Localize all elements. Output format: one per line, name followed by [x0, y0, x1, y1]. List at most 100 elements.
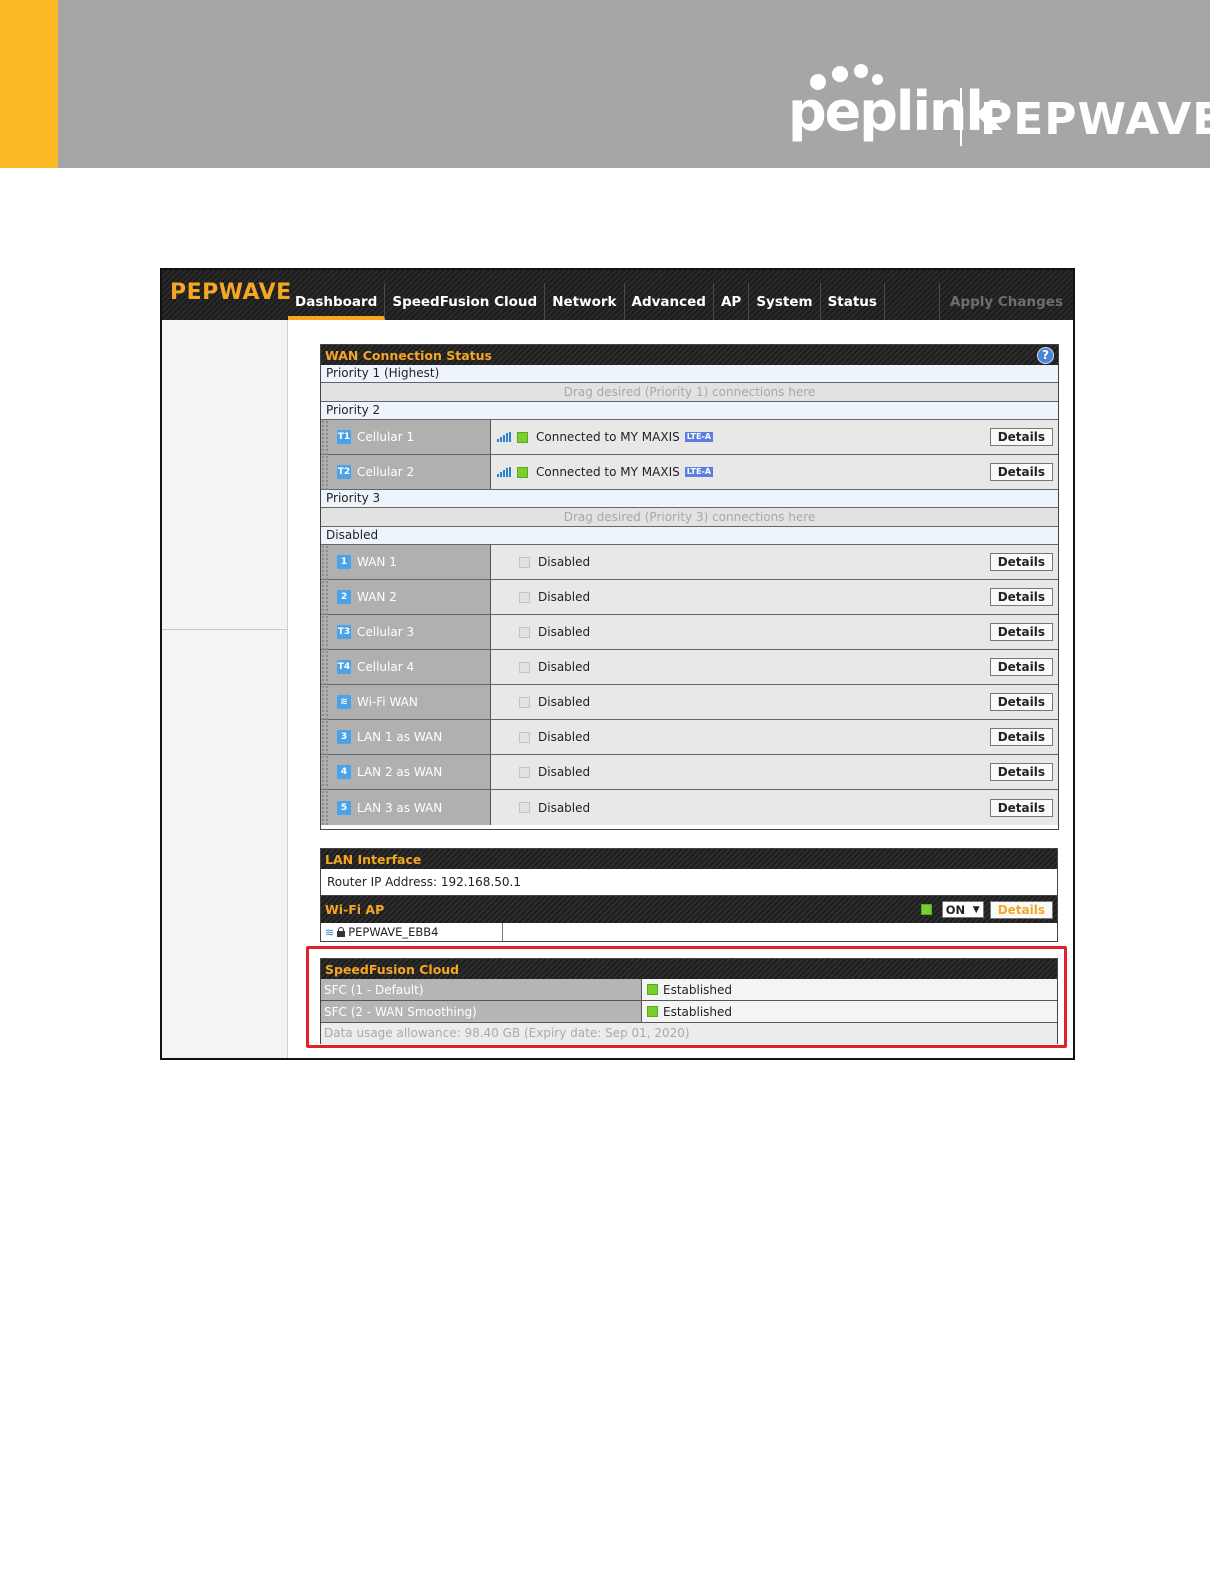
details-button[interactable]: Details: [989, 728, 1053, 746]
wifi-ap-details-button[interactable]: Details: [989, 900, 1053, 919]
ssid-name: PEPWAVE_EBB4: [348, 925, 439, 939]
wan-status-panel: WAN Connection Status ? Priority 1 (High…: [320, 344, 1059, 830]
sidebar: [162, 320, 288, 1058]
wan-panel-header: WAN Connection Status ?: [321, 345, 1058, 365]
wan-row-cellular-4[interactable]: T4 Cellular 4 Disabled Details: [321, 649, 1058, 685]
tab-status[interactable]: Status: [821, 283, 885, 320]
priority-1-drop-zone[interactable]: Drag desired (Priority 1) connections he…: [321, 383, 1058, 402]
wan-name: WAN 1: [357, 555, 397, 569]
main-nav: Dashboard SpeedFusion Cloud Network Adva…: [288, 283, 885, 320]
tab-ap[interactable]: AP: [714, 283, 750, 320]
wan-name: Cellular 4: [357, 660, 415, 674]
wan-row-lan-1-as-wan[interactable]: 3 LAN 1 as WAN Disabled Details: [321, 719, 1058, 755]
wan-status-text: Disabled: [538, 660, 591, 674]
drag-handle-icon[interactable]: [321, 454, 329, 490]
wan-status-text: Disabled: [538, 730, 591, 744]
wifi-ap-ssid-row: ≋ PEPWAVE_EBB4: [321, 923, 1057, 941]
priority-2-label: Priority 2: [321, 402, 1058, 420]
tab-system[interactable]: System: [749, 283, 821, 320]
wan-name: Cellular 3: [357, 625, 415, 639]
drag-handle-icon[interactable]: [321, 790, 329, 825]
peplink-logo-text: peplink: [788, 80, 1001, 143]
wan-status-text: Connected to MY MAXIS: [536, 430, 680, 444]
details-button[interactable]: Details: [989, 553, 1053, 571]
tab-advanced[interactable]: Advanced: [625, 283, 714, 320]
lte-a-badge: LTE-A: [684, 467, 713, 477]
lan-3-icon: 5: [337, 800, 351, 815]
status-led-green: [920, 904, 932, 915]
status-led-green: [517, 431, 528, 443]
details-button[interactable]: Details: [989, 658, 1053, 676]
details-button[interactable]: Details: [989, 428, 1053, 446]
status-led-grey: [519, 802, 530, 813]
status-led-grey: [519, 766, 530, 778]
lock-icon: [337, 926, 346, 937]
wan-1-icon: 1: [337, 555, 351, 569]
wan-row-cellular-1[interactable]: T1 Cellular 1 Connected to MY MAXIS LTE-A…: [321, 419, 1058, 455]
wan-name: Cellular 2: [357, 465, 415, 479]
details-button[interactable]: Details: [989, 798, 1053, 817]
wifi-ap-toggle-select[interactable]: ON ▼: [941, 901, 984, 918]
drag-handle-icon[interactable]: [321, 754, 329, 790]
drag-handle-icon[interactable]: [321, 719, 329, 755]
wifi-icon: ≋: [337, 695, 351, 709]
router-web-ui: PEPWAVE Dashboard SpeedFusion Cloud Netw…: [160, 268, 1075, 1060]
highlight-box: [306, 946, 1067, 1048]
drag-handle-icon[interactable]: [321, 649, 329, 685]
wan-name: Cellular 1: [357, 430, 415, 444]
sidebar-divider: [162, 629, 287, 630]
brand-logo: PEPWAVE: [170, 280, 292, 305]
wan-row-cellular-2[interactable]: T2 Cellular 2 Connected to MY MAXIS LTE-A…: [321, 454, 1058, 490]
status-led-grey: [519, 591, 530, 603]
disabled-wan-list: 1 WAN 1 Disabled Details 2 WAN 2 Disabled De…: [321, 544, 1058, 825]
lte-a-badge: LTE-A: [684, 432, 713, 442]
details-button[interactable]: Details: [989, 623, 1053, 641]
wan-name: LAN 2 as WAN: [357, 765, 443, 779]
status-led-grey: [519, 731, 530, 743]
signal-strength-icon: [497, 467, 511, 477]
details-button[interactable]: Details: [989, 693, 1053, 711]
disabled-label: Disabled: [321, 527, 1058, 545]
details-button[interactable]: Details: [989, 463, 1053, 481]
header-accent-bar: [0, 0, 58, 168]
priority-1-label: Priority 1 (Highest): [321, 365, 1058, 383]
wan-name: Wi-Fi WAN: [357, 695, 418, 709]
drag-handle-icon[interactable]: [321, 419, 329, 455]
tab-network[interactable]: Network: [545, 283, 625, 320]
cellular-2-icon: T2: [337, 465, 351, 479]
priority-3-label: Priority 3: [321, 490, 1058, 508]
details-button[interactable]: Details: [989, 588, 1053, 606]
wan-row-cellular-3[interactable]: T3 Cellular 3 Disabled Details: [321, 614, 1058, 650]
drag-handle-icon[interactable]: [321, 684, 329, 720]
drag-handle-icon[interactable]: [321, 544, 329, 580]
tab-dashboard[interactable]: Dashboard: [288, 283, 386, 320]
wifi-ap-title: Wi-Fi AP: [325, 902, 385, 917]
top-nav-bar: PEPWAVE Dashboard SpeedFusion Cloud Netw…: [162, 270, 1073, 320]
router-ip-address: Router IP Address: 192.168.50.1: [321, 869, 1057, 896]
tab-speedfusion-cloud[interactable]: SpeedFusion Cloud: [385, 283, 546, 320]
drag-handle-icon[interactable]: [321, 614, 329, 650]
wan-row-wan-1[interactable]: 1 WAN 1 Disabled Details: [321, 544, 1058, 580]
wan-status-text: Disabled: [538, 800, 591, 815]
details-button[interactable]: Details: [989, 763, 1053, 781]
wifi-ap-header: Wi-Fi AP ON ▼ Details: [321, 896, 1057, 923]
cellular-1-icon: T1: [337, 430, 351, 444]
priority-3-drop-zone[interactable]: Drag desired (Priority 3) connections he…: [321, 508, 1058, 527]
chevron-down-icon: ▼: [972, 904, 980, 915]
question-mark-icon[interactable]: ?: [1037, 346, 1054, 364]
lan-panel-header: LAN Interface: [321, 849, 1057, 869]
wan-status-text: Disabled: [538, 590, 591, 604]
wan-status-text: Disabled: [538, 625, 591, 639]
wan-status-text: Disabled: [538, 765, 591, 779]
logo-divider: [960, 88, 962, 146]
wifi-icon: ≋: [325, 925, 335, 939]
apply-changes-button[interactable]: Apply Changes: [939, 283, 1073, 320]
wan-status-text: Connected to MY MAXIS: [536, 465, 680, 479]
wan-row-lan-2-as-wan[interactable]: 4 LAN 2 as WAN Disabled Details: [321, 754, 1058, 790]
wan-row-wifi-wan[interactable]: ≋ Wi-Fi WAN Disabled Details: [321, 684, 1058, 720]
wan-row-lan-3-as-wan[interactable]: 5 LAN 3 as WAN Disabled Details: [321, 790, 1058, 825]
drag-handle-icon[interactable]: [321, 579, 329, 615]
wan-row-wan-2[interactable]: 2 WAN 2 Disabled Details: [321, 579, 1058, 615]
lan-2-icon: 4: [337, 765, 351, 779]
wan-panel-title: WAN Connection Status: [325, 347, 492, 363]
